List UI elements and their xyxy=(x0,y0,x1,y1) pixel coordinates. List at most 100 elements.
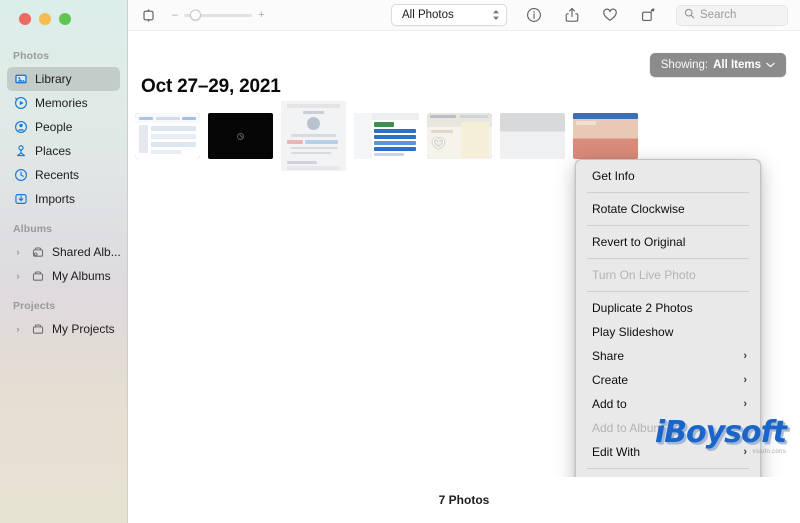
sidebar-item-label: My Projects xyxy=(52,322,115,336)
sidebar-item-recents[interactable]: Recents xyxy=(7,163,120,187)
menu-item-label: Play Slideshow xyxy=(592,325,674,339)
photo-thumbnail-3[interactable] xyxy=(281,101,346,171)
sidebar-item-memories[interactable]: Memories xyxy=(7,91,120,115)
menu-item-turn-on-live-photo: Turn On Live Photo xyxy=(581,263,755,287)
zoom-slider[interactable]: – + xyxy=(172,9,265,21)
zoom-in-label[interactable]: + xyxy=(258,9,264,21)
sidebar-item-label: Memories xyxy=(35,96,88,110)
photo-thumbnail-6[interactable] xyxy=(500,113,565,159)
menu-item-label: Revert to Original xyxy=(592,235,686,249)
menu-item-label: Add to xyxy=(592,397,627,411)
rotate-icon[interactable] xyxy=(638,5,658,25)
photo-thumbnail-4[interactable] xyxy=(354,113,419,159)
menu-item-hide-2-photos[interactable]: Hide 2 Photos xyxy=(581,473,755,477)
menu-separator xyxy=(587,192,749,193)
shared-album-icon xyxy=(30,245,45,260)
project-icon xyxy=(30,322,45,337)
sidebar-item-label: Recents xyxy=(35,168,80,182)
minimize-button[interactable] xyxy=(39,13,51,25)
search-input[interactable]: Search xyxy=(676,4,788,26)
search-icon xyxy=(684,8,695,22)
sidebar-item-people[interactable]: People xyxy=(7,115,120,139)
chevron-right-icon[interactable]: › xyxy=(13,247,23,257)
menu-item-label: Share xyxy=(592,349,625,363)
sidebar-item-label: Places xyxy=(35,144,72,158)
menu-item-label: Rotate Clockwise xyxy=(592,202,685,216)
chevron-right-icon[interactable]: › xyxy=(13,271,23,281)
menu-item-label: Add to Album xyxy=(592,421,664,435)
zoom-slider-track[interactable] xyxy=(184,9,253,21)
sidebar-item-imports[interactable]: Imports xyxy=(7,187,120,211)
sidebar-item-label: People xyxy=(35,120,73,134)
photo-thumbnail-1[interactable] xyxy=(135,113,200,159)
toolbar-left-group: – + xyxy=(138,5,265,25)
info-icon[interactable] xyxy=(524,5,544,25)
chevron-right-icon: › xyxy=(743,349,747,362)
photo-count-label: 7 Photos xyxy=(438,493,490,507)
chevron-right-icon: › xyxy=(743,397,747,410)
content-area: Showing: All Items Oct 27–29, 2021 Get I… xyxy=(128,31,800,477)
sidebar-item-my-projects[interactable]: › My Projects xyxy=(7,317,120,341)
zoom-button[interactable] xyxy=(59,13,71,25)
main-area: – + All Photos Search Showing: All Items… xyxy=(128,0,800,523)
menu-item-revert-to-original[interactable]: Revert to Original xyxy=(581,230,755,254)
sidebar-item-library[interactable]: Library xyxy=(7,67,120,91)
menu-item-play-slideshow[interactable]: Play Slideshow xyxy=(581,320,755,344)
sidebar-item-shared-albums[interactable]: › Shared Alb... xyxy=(7,240,121,264)
status-bar: 7 Photos xyxy=(128,477,800,523)
album-icon xyxy=(30,269,45,284)
heart-icon[interactable] xyxy=(600,5,620,25)
watermark-logo-text: iBoysoft xyxy=(654,415,787,450)
page-title: Oct 27–29, 2021 xyxy=(141,76,281,97)
sidebar-section-title: Photos xyxy=(13,50,50,62)
sidebar-section-photos: Photos Library Memories People Places Re… xyxy=(0,50,127,211)
showing-label: Showing: xyxy=(660,59,709,71)
menu-item-label: Get Info xyxy=(592,169,635,183)
favorite-heart-icon xyxy=(432,137,445,155)
view-popup-container: All Photos xyxy=(391,4,507,26)
photos-window: Photos Library Memories People Places Re… xyxy=(0,0,800,523)
library-icon xyxy=(13,72,28,87)
menu-item-label: Create xyxy=(592,373,629,387)
menu-separator xyxy=(587,468,749,469)
menu-item-create[interactable]: Create › xyxy=(581,368,755,392)
showing-value: All Items xyxy=(713,59,761,71)
close-button[interactable] xyxy=(19,13,31,25)
showing-button[interactable]: Showing: All Items xyxy=(649,53,786,77)
menu-item-label: Duplicate 2 Photos xyxy=(592,301,693,315)
chevron-down-icon xyxy=(766,59,775,71)
view-popup-button[interactable]: All Photos xyxy=(391,4,507,26)
photo-thumbnail-5[interactable] xyxy=(427,113,492,159)
menu-item-rotate-clockwise[interactable]: Rotate Clockwise xyxy=(581,197,755,221)
imports-icon xyxy=(13,192,28,207)
sidebar-item-label: Imports xyxy=(35,192,76,206)
sidebar-section-projects: Projects › My Projects xyxy=(0,300,127,341)
menu-separator xyxy=(587,225,749,226)
menu-separator xyxy=(587,258,749,259)
sidebar-item-label: My Albums xyxy=(52,269,111,283)
sidebar-section-title: Albums xyxy=(13,223,53,235)
sidebar-item-my-albums[interactable]: › My Albums xyxy=(7,264,120,288)
sidebar-section-albums: Albums › Shared Alb... › My Albums xyxy=(0,223,127,288)
zoom-out-label[interactable]: – xyxy=(172,9,178,21)
chevron-right-icon[interactable]: › xyxy=(13,324,23,334)
menu-item-get-info[interactable]: Get Info xyxy=(581,164,755,188)
menu-item-duplicate-2-photos[interactable]: Duplicate 2 Photos xyxy=(581,296,755,320)
window-controls xyxy=(0,0,127,38)
menu-item-share[interactable]: Share › xyxy=(581,344,755,368)
sidebar-item-places[interactable]: Places xyxy=(7,139,120,163)
menu-item-label: Turn On Live Photo xyxy=(592,268,696,282)
chevron-updown-icon xyxy=(492,9,500,21)
share-icon[interactable] xyxy=(562,5,582,25)
toolbar-right-group: Search xyxy=(524,4,788,26)
photo-thumbnail-7[interactable] xyxy=(573,113,638,159)
sidebar-section-title: Projects xyxy=(13,300,56,312)
places-icon xyxy=(13,144,28,159)
sidebar-item-label: Shared Alb... xyxy=(52,245,121,259)
photo-thumbnail-2[interactable] xyxy=(208,113,273,159)
menu-item-add-to[interactable]: Add to › xyxy=(581,392,755,416)
sidebar-toggle-icon[interactable] xyxy=(138,5,158,25)
zoom-slider-knob[interactable] xyxy=(190,9,202,21)
memories-icon xyxy=(13,96,28,111)
view-popup-value: All Photos xyxy=(402,9,454,21)
